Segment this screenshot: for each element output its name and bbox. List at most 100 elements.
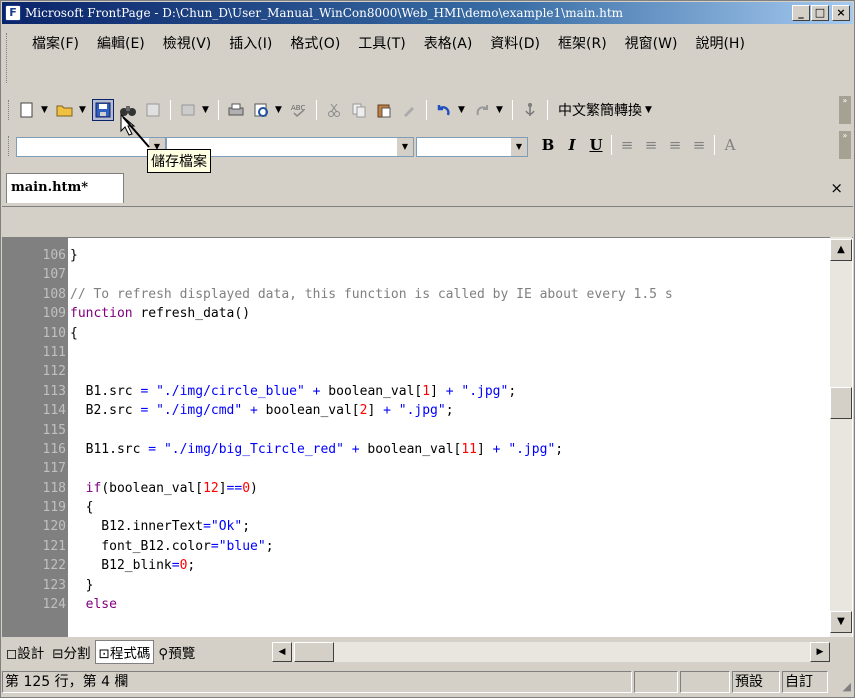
frontpage-window: F Microsoft FrontPage - D:\Chun_D\User_M… [0,0,855,698]
paste-icon[interactable] [373,99,395,121]
code-line[interactable]: 124 else [2,595,828,614]
maximize-button[interactable]: □ [811,5,829,21]
preview-browser-icon[interactable] [250,99,272,121]
tab-split[interactable]: ⊟分割 [48,640,94,664]
font-size-combo[interactable]: ▼ [416,137,528,157]
code-line[interactable]: 113 B1.src = "./img/circle_blue" + boole… [2,382,828,401]
line-code: function refresh_data() [70,306,251,322]
open-dropdown-icon[interactable]: ▼ [79,105,89,115]
toolbar-separator [611,135,612,155]
toolbar-grip[interactable] [8,136,11,156]
toolbar-grip[interactable] [8,100,11,120]
font-dropdown-icon[interactable]: ▼ [397,138,413,156]
justify-icon[interactable]: ≡ [687,136,711,154]
bold-button[interactable]: B [536,136,560,154]
increase-font-size-button[interactable]: A [718,136,742,154]
line-code: if(boolean_val[12]==0) [85,480,258,496]
code-editor[interactable]: 106} 107 108// To refresh displayed data, … [2,237,853,637]
horizontal-scrollbar[interactable]: ◀ ▶ [272,642,830,662]
italic-button[interactable]: I [560,136,584,154]
cursor-position: 第 125 行，第 4 欄 [2,671,632,693]
line-number: 120 [42,519,66,535]
chinese-convert-dropdown-icon[interactable]: ▼ [645,105,655,115]
line-number: 122 [42,558,66,574]
toolbar-overflow-icon[interactable]: » [839,131,851,159]
menu-format[interactable]: 格式(O) [290,35,340,53]
code-line[interactable]: 122 B12_blink=0; [2,556,828,575]
code-line[interactable]: 110{ [2,324,828,343]
menu-frames[interactable]: 框架(R) [558,35,607,53]
horizontal-scroll-thumb[interactable] [294,642,334,662]
line-number: 123 [42,577,66,593]
title-bar: F Microsoft FrontPage - D:\Chun_D\User_M… [2,2,853,24]
font-size-dropdown-icon[interactable]: ▼ [511,138,527,156]
menu-window[interactable]: 視窗(W) [625,35,678,53]
spelling-icon: ABC [288,99,310,121]
align-center-icon[interactable]: ≡ [639,136,663,154]
code-line[interactable]: 121 font_B12.color="blue"; [2,537,828,556]
preview-dropdown-icon[interactable]: ▼ [275,105,285,115]
print-icon[interactable] [225,99,247,121]
code-line[interactable]: 120 B12.innerText="Ok"; [2,517,828,536]
menu-tools[interactable]: 工具(T) [358,35,405,53]
menu-file[interactable]: 檔案(F) [32,35,79,53]
code-line[interactable]: 119 { [2,498,828,517]
new-page-icon[interactable] [16,99,38,121]
save-icon[interactable] [92,99,114,121]
line-code: { [70,500,94,516]
chinese-convert-button[interactable]: 中文繁簡轉換 [558,100,642,120]
menu-view[interactable]: 檢視(V) [163,35,212,53]
scroll-down-icon[interactable]: ▼ [830,611,852,633]
undo-icon[interactable] [433,99,455,121]
line-number: 109 [42,306,66,322]
menu-table[interactable]: 表格(A) [424,35,473,53]
tab-code-label: 程式碼 [109,646,151,662]
align-left-icon[interactable]: ≡ [615,136,639,154]
scroll-right-icon[interactable]: ▶ [810,642,830,662]
scroll-up-icon[interactable]: ▲ [830,239,852,261]
document-tab-bar: main.htm* × [2,169,853,207]
document-tab[interactable]: main.htm* [6,173,124,203]
menu-edit[interactable]: 編輯(E) [97,35,145,53]
resize-grip-icon[interactable]: ◢ [843,680,851,693]
vertical-scrollbar[interactable]: ▲ ▼ [830,237,852,637]
code-line[interactable]: 114 B2.src = "./img/cmd" + boolean_val[2… [2,401,828,420]
toolbar-separator [218,100,219,120]
custom-indicator[interactable]: 自訂 [782,671,828,693]
bookmark-anchor-icon [519,99,541,121]
tab-preview[interactable]: ⚲預覽 [154,640,199,664]
scroll-thumb[interactable] [830,387,852,419]
close-button[interactable]: × [832,5,850,21]
align-right-icon[interactable]: ≡ [663,136,687,154]
menu-insert[interactable]: 插入(I) [229,35,272,53]
code-line[interactable]: 117 [2,459,828,478]
code-line[interactable]: 115 [2,421,828,440]
code-line[interactable]: 107 [2,265,828,284]
underline-button[interactable]: U [584,136,608,154]
code-line[interactable]: 106} [2,246,828,265]
toolbar-separator [426,100,427,120]
code-line[interactable]: 108// To refresh displayed data, this fu… [2,285,828,304]
undo-dropdown-icon[interactable]: ▼ [458,105,468,115]
code-line[interactable]: 118 if(boolean_val[12]==0) [2,479,828,498]
menu-data[interactable]: 資料(D) [490,35,540,53]
close-document-icon[interactable]: × [830,179,843,197]
code-line[interactable]: 116 B11.src = "./img/big_Tcircle_red" + … [2,440,828,459]
minimize-button[interactable]: _ [792,5,810,21]
tab-code[interactable]: ⊡程式碼 [94,640,155,664]
line-number: 106 [42,248,66,263]
tab-design[interactable]: ◻設計 [2,640,48,664]
mode-indicator[interactable]: 預設 [732,671,780,693]
menu-help[interactable]: 說明(H) [695,35,744,53]
code-line[interactable]: 123 } [2,576,828,595]
menu-grip[interactable] [6,33,9,83]
new-dropdown-icon[interactable]: ▼ [41,105,51,115]
open-folder-icon[interactable] [54,99,76,121]
code-line[interactable]: 111 [2,343,828,362]
toolbar-overflow-icon[interactable]: » [839,96,851,124]
code-line[interactable]: 112 [2,362,828,381]
code-line[interactable]: 109 function refresh_data() [2,304,828,323]
scroll-left-icon[interactable]: ◀ [272,642,292,662]
